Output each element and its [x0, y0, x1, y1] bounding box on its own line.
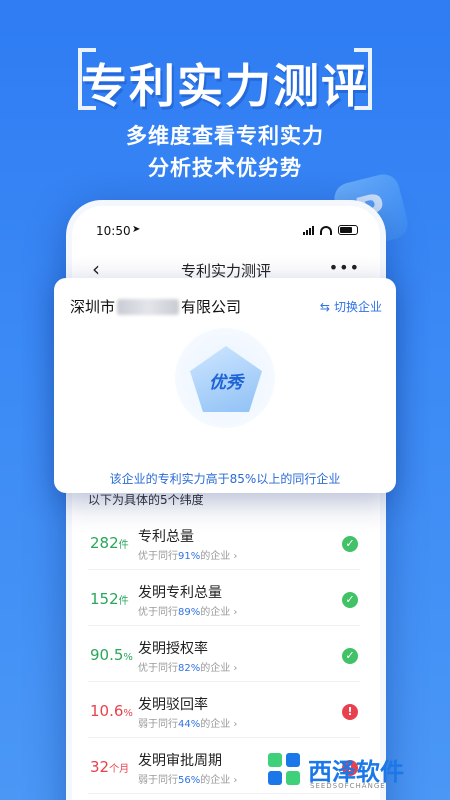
company-suffix: 有限公司 [181, 298, 242, 316]
metric-desc[interactable]: 优于同行82%的企业 › [138, 659, 237, 674]
metric-name: 发明审批周期 [138, 753, 222, 769]
list-item[interactable]: 10.6% 发明驳回率弱于同行44%的企业 ›! [88, 682, 360, 738]
hero-subtitle-1: 多维度查看专利实力 [126, 124, 324, 148]
check-circle-icon: ✓ [342, 536, 358, 552]
redacted-text [117, 298, 180, 315]
check-circle-icon: ✓ [342, 592, 358, 608]
metric-value: 282件 [90, 534, 129, 552]
metric-name: 发明驳回率 [138, 697, 208, 713]
signal-icon [303, 225, 314, 235]
dimension-list: 以下为具体的5个纬度 282件 专利总量 优于同行91%的企业 › ✓ 152件 发明专利… [88, 490, 360, 794]
swap-icon: ⇆ [319, 299, 330, 314]
rating-label: 优秀 [209, 373, 243, 393]
metric-value: 152件 [90, 590, 129, 608]
company-prefix: 深圳市 [70, 298, 116, 316]
status-time: 10:50 [96, 224, 131, 238]
more-icon[interactable]: ••• [329, 258, 360, 278]
metric-value: 90.5% [90, 646, 133, 664]
metric-value: 10.6% [90, 702, 133, 720]
metric-desc[interactable]: 优于同行91%的企业 › [138, 547, 237, 562]
metric-desc[interactable]: 弱于同行56%的企业 › [138, 771, 237, 786]
watermark: 西泽软件 SEEDSOFCHANGE [268, 752, 404, 790]
metric-desc[interactable]: 弱于同行44%的企业 › [138, 715, 237, 730]
evaluation-card: 深圳市 有限公司 ⇆ 切换企业 优秀 该企业的专利实力高于85%以上的同行企业 [54, 278, 396, 493]
metric-name: 发明专利总量 [138, 585, 222, 601]
list-heading: 以下为具体的5个纬度 [88, 493, 204, 507]
hero-title: 专利实力测评 [81, 59, 369, 113]
alert-circle-icon: ! [342, 704, 358, 720]
switch-company-button[interactable]: ⇆ 切换企业 [320, 298, 382, 315]
hero-title-block: 专利实力测评 [0, 40, 450, 120]
wifi-icon [320, 225, 332, 235]
company-name: 深圳市 有限公司 [70, 296, 241, 317]
list-item[interactable]: 90.5% 发明授权率优于同行82%的企业 › ✓ [88, 626, 360, 682]
list-item[interactable]: 152件 发明专利总量 优于同行89%的企业 › ✓ [88, 570, 360, 626]
check-circle-icon: ✓ [342, 648, 358, 664]
summary-text: 该企业的专利实力高于85%以上的同行企业 [109, 472, 341, 486]
metric-desc[interactable]: 优于同行89%的企业 › [138, 603, 237, 618]
watermark-logo-icon [268, 752, 302, 787]
location-icon: ➤ [132, 224, 141, 235]
metric-name: 发明授权率 [138, 641, 208, 657]
list-item[interactable]: 282件 专利总量优于同行91%的企业 › ✓ [88, 514, 360, 570]
watermark-subtext: SEEDSOFCHANGE [310, 782, 386, 790]
metric-name: 专利总量 [138, 529, 194, 545]
battery-icon [338, 225, 358, 235]
metric-value: 32个月 [90, 758, 130, 776]
status-bar: 10:50 ➤ [90, 224, 362, 244]
switch-company-label: 切换企业 [333, 300, 382, 314]
